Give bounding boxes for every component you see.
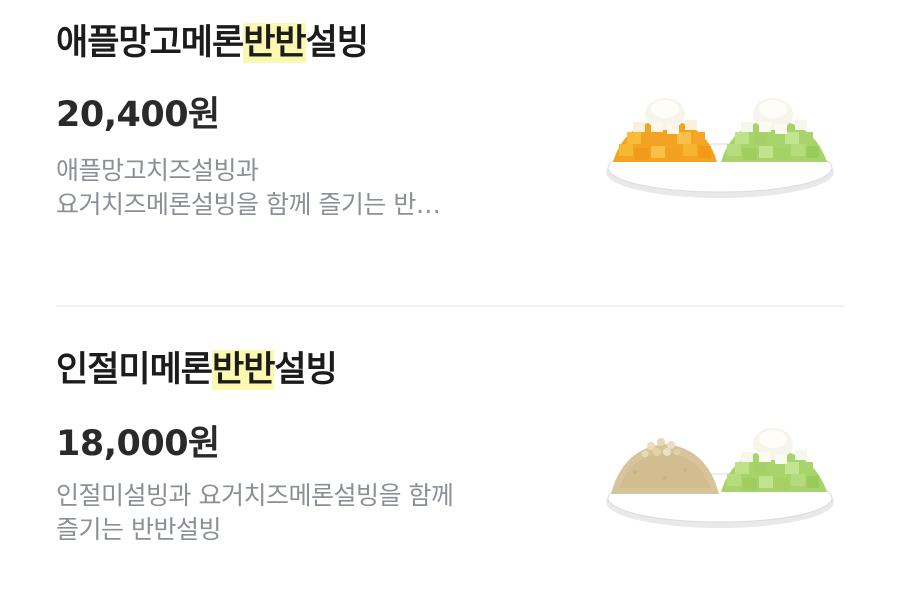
- description-line: 인절미설빙과 요거치즈메론설빙을 함께: [56, 481, 454, 510]
- bingsu-thumbnail-image: [606, 98, 834, 198]
- menu-item-description: 애플망고치즈설빙과 요거치즈메론설빙을 함께 즐기는 반…: [56, 154, 576, 222]
- menu-item-price: 20,400원: [56, 95, 220, 135]
- title-suffix: 설빙: [305, 23, 369, 63]
- description-line: 애플망고치즈설빙과: [56, 156, 259, 185]
- menu-item-injeolmi-melon[interactable]: 인절미메론반반설빙 18,000원 인절미설빙과 요거치즈메론설빙을 함께 즐기…: [0, 307, 900, 600]
- injeolmi-bingsu-icon: [611, 438, 719, 494]
- menu-item-description: 인절미설빙과 요거치즈메론설빙을 함께 즐기는 반반설빙: [56, 479, 576, 547]
- melon-bingsu-icon: [721, 98, 827, 162]
- menu-item-apple-mango-melon[interactable]: 애플망고메론반반설빙 20,400원 애플망고치즈설빙과 요거치즈메론설빙을 함…: [0, 0, 900, 306]
- menu-item-price: 18,000원: [56, 424, 220, 464]
- description-line: 즐기는 반반설빙: [56, 515, 221, 544]
- title-highlight: 반반: [212, 350, 275, 390]
- melon-bingsu-icon: [721, 428, 827, 492]
- description-line: 요거치즈메론설빙을 함께 즐기는 반…: [56, 190, 441, 219]
- menu-item-title: 인절미메론반반설빙: [56, 341, 338, 392]
- title-prefix: 인절미메론: [56, 350, 213, 390]
- title-suffix: 설빙: [274, 350, 337, 390]
- menu-item-title: 애플망고메론반반설빙: [56, 14, 369, 65]
- title-prefix: 애플망고메론: [56, 23, 244, 63]
- mango-bingsu-icon: [613, 98, 717, 162]
- title-highlight: 반반: [243, 23, 307, 63]
- bingsu-thumbnail-image: [606, 428, 834, 528]
